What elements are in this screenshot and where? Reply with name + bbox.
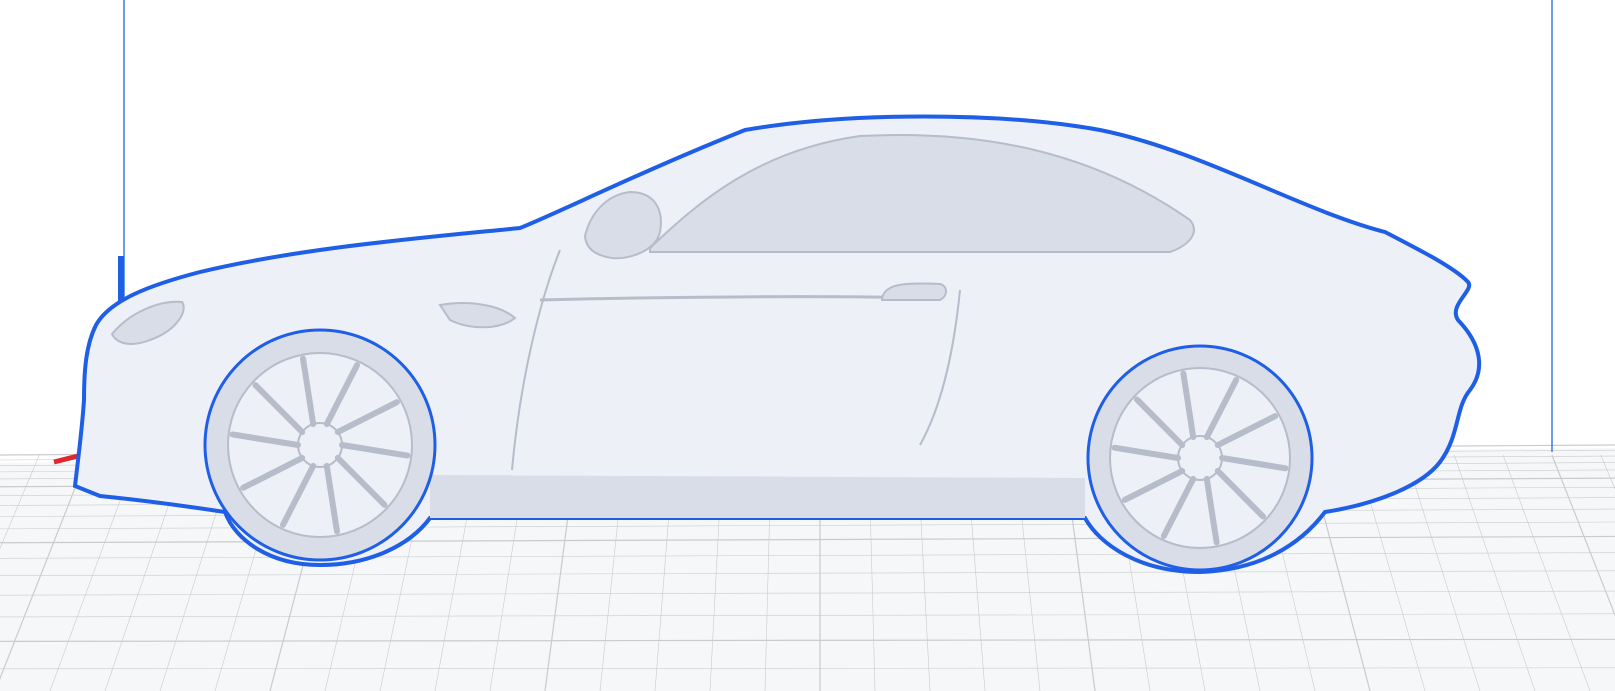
3d-viewport[interactable] xyxy=(0,0,1615,691)
car-rocker-panel xyxy=(430,475,1085,518)
car-front-wheel xyxy=(203,328,437,562)
car-model[interactable] xyxy=(72,114,1482,575)
car-rear-wheel xyxy=(1086,344,1314,572)
scene-canvas[interactable] xyxy=(0,0,1615,691)
